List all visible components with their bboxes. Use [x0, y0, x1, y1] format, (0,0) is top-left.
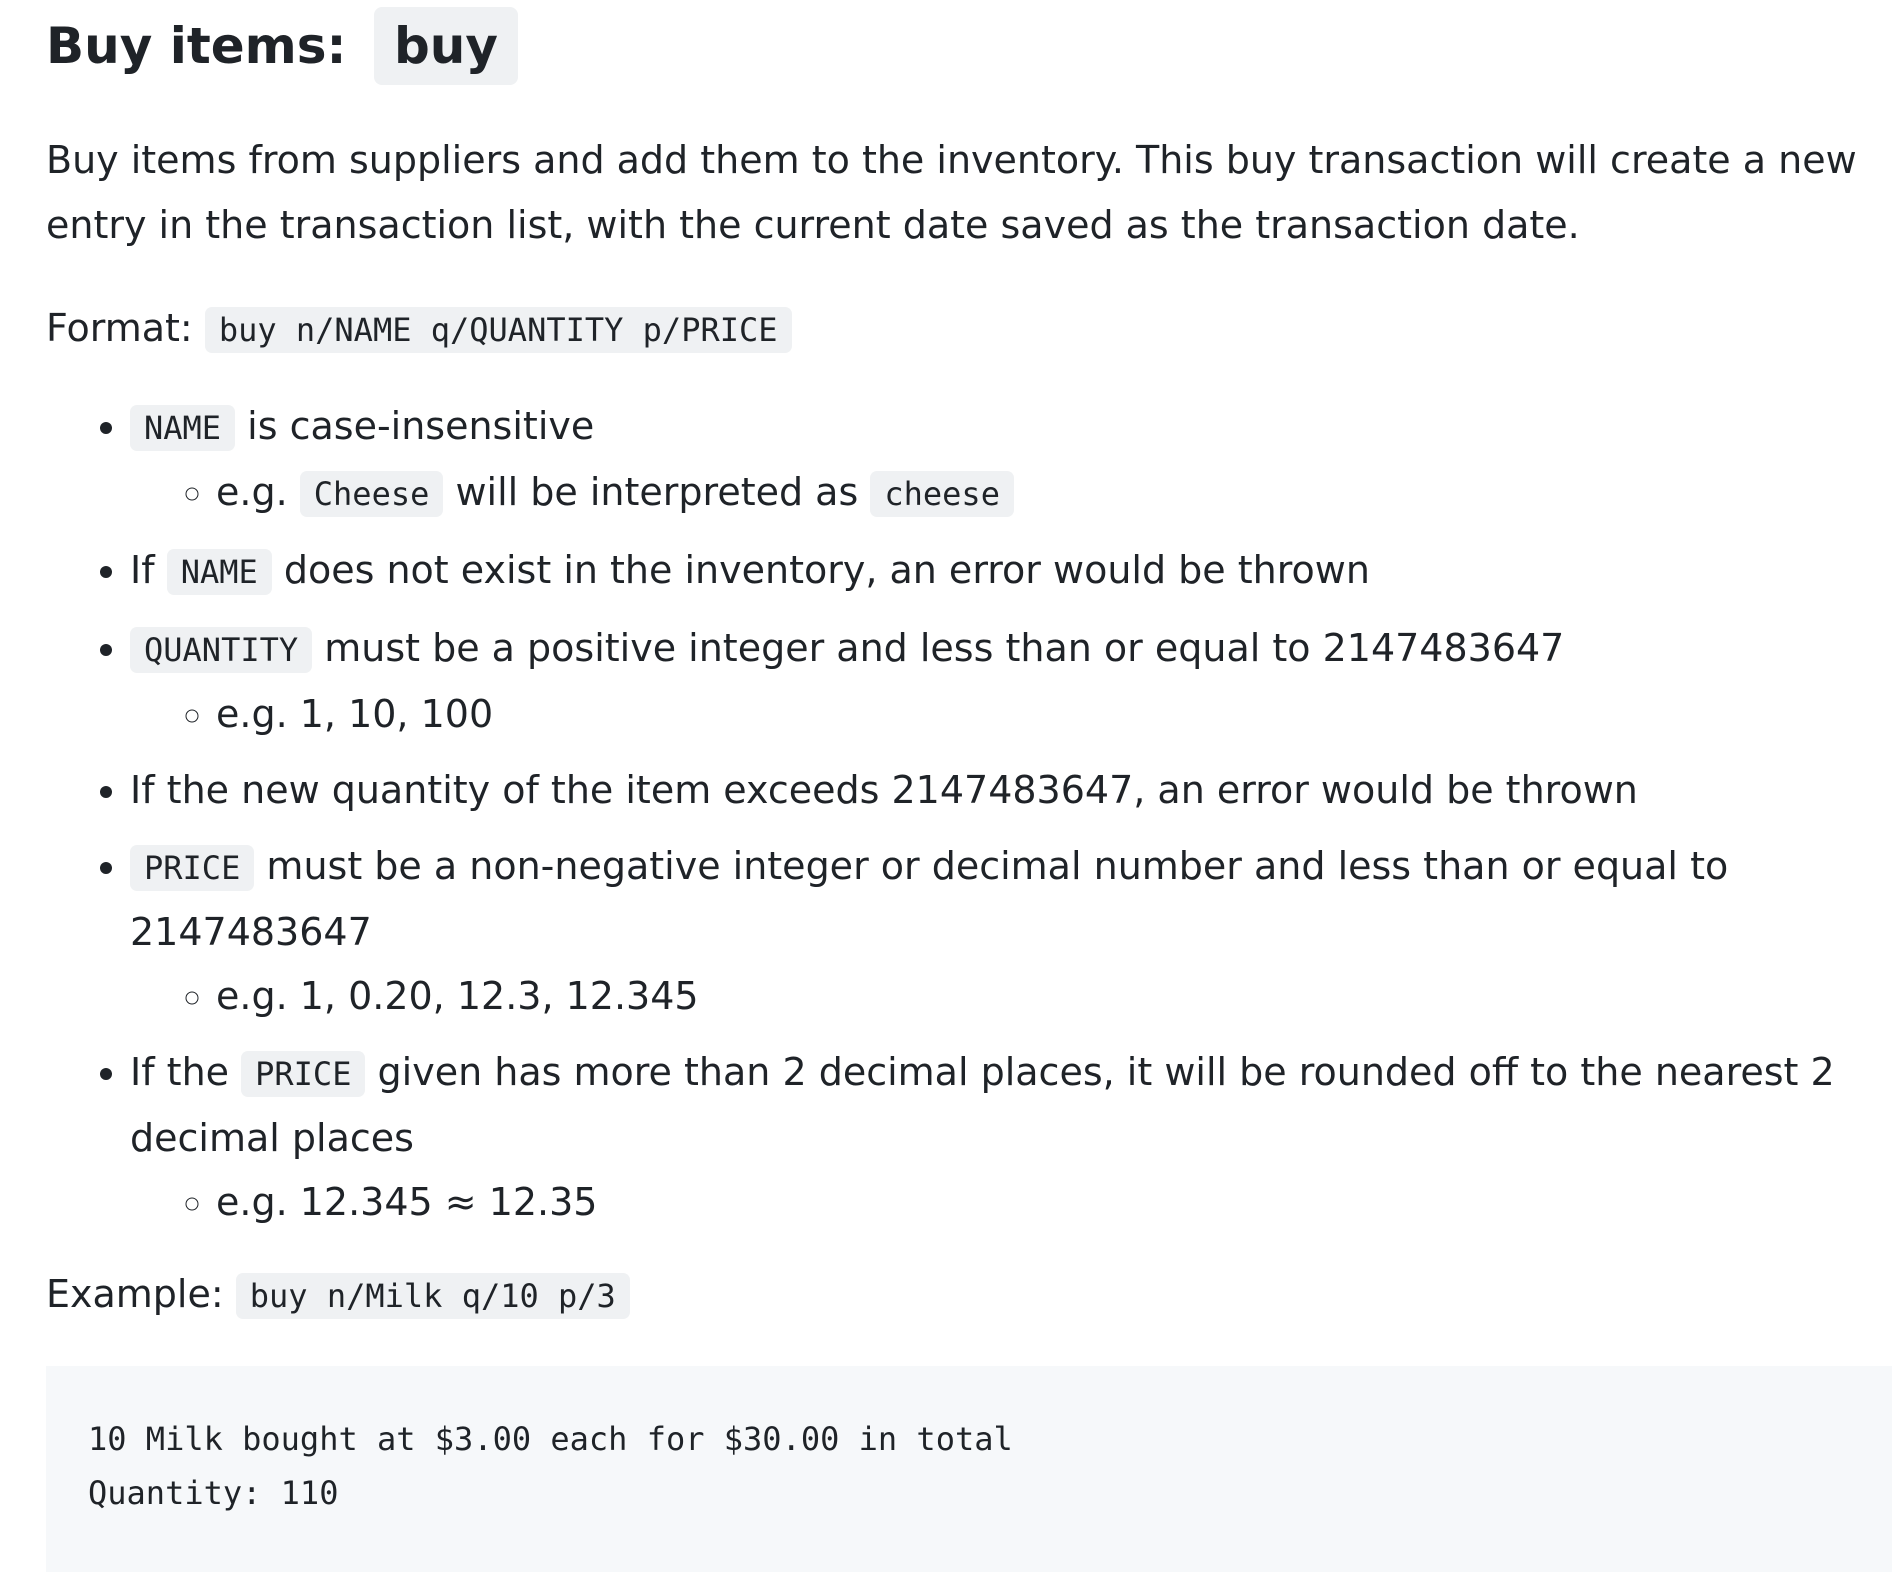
heading-text: Buy items: — [46, 17, 347, 75]
list-item-text: must be a positive integer and less than… — [324, 626, 1565, 670]
sub-list: e.g. Cheese will be interpreted as chees… — [130, 460, 1892, 526]
rules-list: NAME is case-insensitive e.g. Cheese wil… — [46, 394, 1892, 1234]
price-param-code: PRICE — [130, 845, 255, 891]
sub-list: e.g. 1, 0.20, 12.3, 12.345 — [130, 964, 1892, 1028]
example-label: Example: — [46, 1272, 224, 1316]
list-item-text: is case-insensitive — [247, 404, 595, 448]
sub-item-text: will be interpreted as — [455, 470, 859, 514]
section-heading: Buy items: buy — [46, 0, 1892, 86]
sub-list: e.g. 12.345 ≈ 12.35 — [130, 1170, 1892, 1234]
list-item-text: given has more than 2 decimal places, it… — [130, 1050, 1835, 1160]
list-item: If NAME does not exist in the inventory,… — [130, 538, 1892, 604]
price-param-code: PRICE — [241, 1051, 366, 1097]
format-line: Format: buy n/NAME q/QUANTITY p/PRICE — [46, 296, 1892, 362]
sub-list: e.g. 1, 10, 100 — [130, 682, 1892, 746]
sub-list-item: e.g. 12.345 ≈ 12.35 — [216, 1170, 1892, 1234]
output-line: Quantity: 110 — [88, 1474, 339, 1512]
sub-list-item: e.g. 1, 10, 100 — [216, 682, 1892, 746]
list-item-prefix: If — [130, 548, 155, 592]
sub-list-item: e.g. 1, 0.20, 12.3, 12.345 — [216, 964, 1892, 1028]
sub-list-item: e.g. Cheese will be interpreted as chees… — [216, 460, 1892, 526]
name-param-code: NAME — [166, 549, 272, 595]
doc-section: Buy items: buy Buy items from suppliers … — [0, 0, 1892, 1572]
name-param-code: NAME — [130, 405, 236, 451]
example-code: cheese — [870, 471, 1014, 517]
output-code-block: 10 Milk bought at $3.00 each for $30.00 … — [46, 1366, 1892, 1572]
example-line: Example: buy n/Milk q/10 p/3 — [46, 1262, 1892, 1328]
sub-item-prefix: e.g. — [216, 470, 288, 514]
list-item-text: must be a non-negative integer or decima… — [130, 844, 1729, 954]
list-item: PRICE must be a non-negative integer or … — [130, 834, 1892, 1028]
list-item: If the new quantity of the item exceeds … — [130, 758, 1892, 822]
example-code: Cheese — [299, 471, 444, 517]
description-paragraph: Buy items from suppliers and add them to… — [46, 138, 1857, 247]
output-line: 10 Milk bought at $3.00 each for $30.00 … — [88, 1420, 1013, 1458]
example-command-code: buy n/Milk q/10 p/3 — [235, 1273, 630, 1319]
list-item-prefix: If the — [130, 1050, 230, 1094]
format-code: buy n/NAME q/QUANTITY p/PRICE — [204, 307, 792, 353]
format-label: Format: — [46, 306, 193, 350]
list-item-text: does not exist in the inventory, an erro… — [283, 548, 1370, 592]
list-item-text: If the new quantity of the item exceeds … — [130, 768, 1638, 812]
list-item: NAME is case-insensitive e.g. Cheese wil… — [130, 394, 1892, 526]
list-item: QUANTITY must be a positive integer and … — [130, 616, 1892, 746]
heading-command-code: buy — [373, 7, 518, 85]
quantity-param-code: QUANTITY — [130, 627, 313, 673]
list-item: If the PRICE given has more than 2 decim… — [130, 1040, 1892, 1234]
